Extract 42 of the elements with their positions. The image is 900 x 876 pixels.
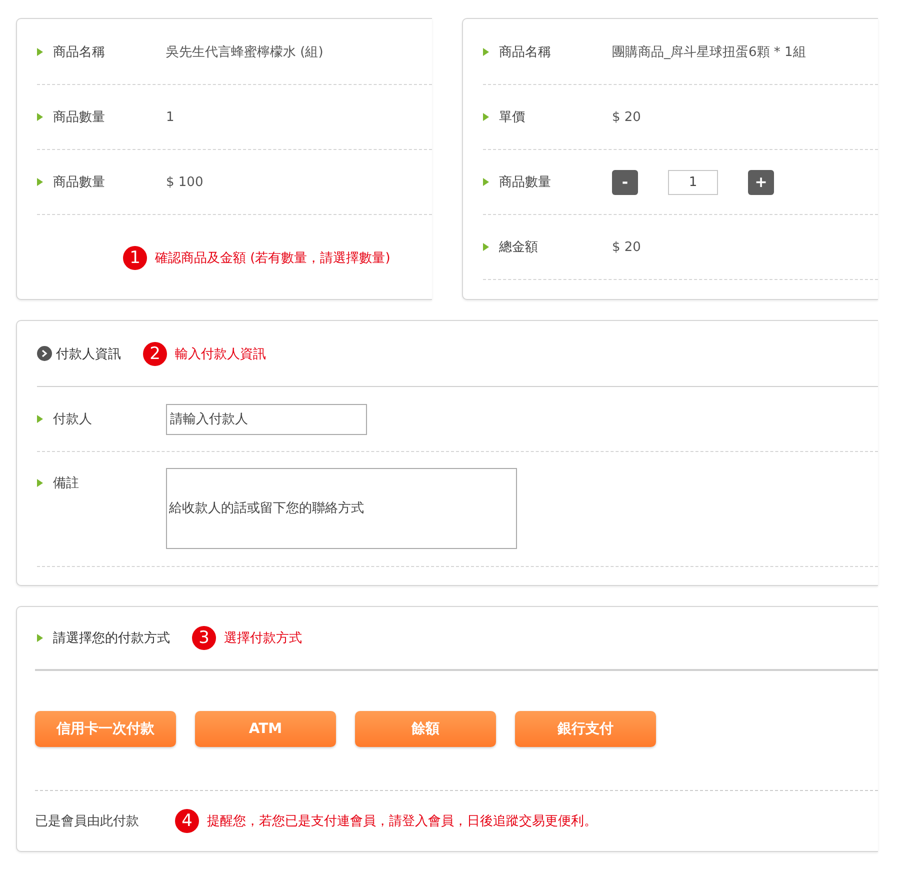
section-title: 付款人資訊 — [56, 346, 121, 362]
step-number: 1 — [123, 246, 147, 270]
field-label: 單價 — [499, 109, 526, 126]
payer-input-field[interactable]: 請輸入付款人 — [166, 404, 367, 434]
plus-button[interactable]: + — [748, 170, 774, 194]
field-label: 總金額 — [499, 239, 539, 256]
member-login-link[interactable]: 已是會員由此付款 — [35, 812, 139, 830]
bullet-icon — [483, 113, 489, 121]
field-label: 商品數量 — [53, 109, 106, 126]
step-note: 確認商品及金額 (若有數量，請選擇數量) — [155, 250, 390, 267]
bullet-icon — [37, 479, 43, 487]
step-note: 提醒您，若您已是支付連會員，請登入會員，日後追蹤交易更便利。 — [207, 813, 597, 830]
field-value: 吳先生代言蜂蜜檸檬水 (組) — [166, 44, 324, 60]
step-number: 4 — [175, 809, 199, 833]
field-value: 1 — [166, 110, 174, 124]
bullet-icon — [37, 634, 43, 642]
field-value: 團購商品_戽斗星球扭蛋6顆 * 1組 — [612, 44, 806, 60]
field-label: 備註 — [53, 475, 80, 492]
field-label: 付款人 — [53, 411, 93, 428]
bullet-icon — [37, 48, 43, 56]
quantity-field[interactable]: 1 — [668, 170, 718, 194]
memo-field[interactable]: 給收款人的話或留下您的聯絡方式 — [166, 468, 517, 549]
step-number: 3 — [192, 626, 216, 650]
bullet-icon — [37, 113, 43, 121]
field-label: 商品數量 — [499, 174, 552, 191]
bullet-icon — [37, 415, 43, 423]
field-value: $ 100 — [166, 174, 204, 190]
field-label: 商品名稱 — [499, 44, 552, 60]
minus-button[interactable]: - — [612, 170, 638, 194]
section-title: 請選擇您的付款方式 — [53, 630, 170, 647]
step-note: 輸入付款人資訊 — [175, 346, 266, 362]
field-value: $ 20 — [612, 110, 641, 124]
field-label: 商品名稱 — [53, 44, 106, 60]
field-value: $ 20 — [612, 240, 641, 254]
bullet-icon — [483, 243, 489, 251]
bullet-icon — [483, 178, 489, 186]
step-note: 選擇付款方式 — [224, 630, 302, 647]
bullet-icon — [483, 48, 489, 56]
bullet-icon — [37, 178, 43, 186]
step-number: 2 — [143, 342, 167, 366]
field-label: 商品數量 — [53, 174, 106, 191]
arrow-circle-icon — [37, 346, 52, 361]
